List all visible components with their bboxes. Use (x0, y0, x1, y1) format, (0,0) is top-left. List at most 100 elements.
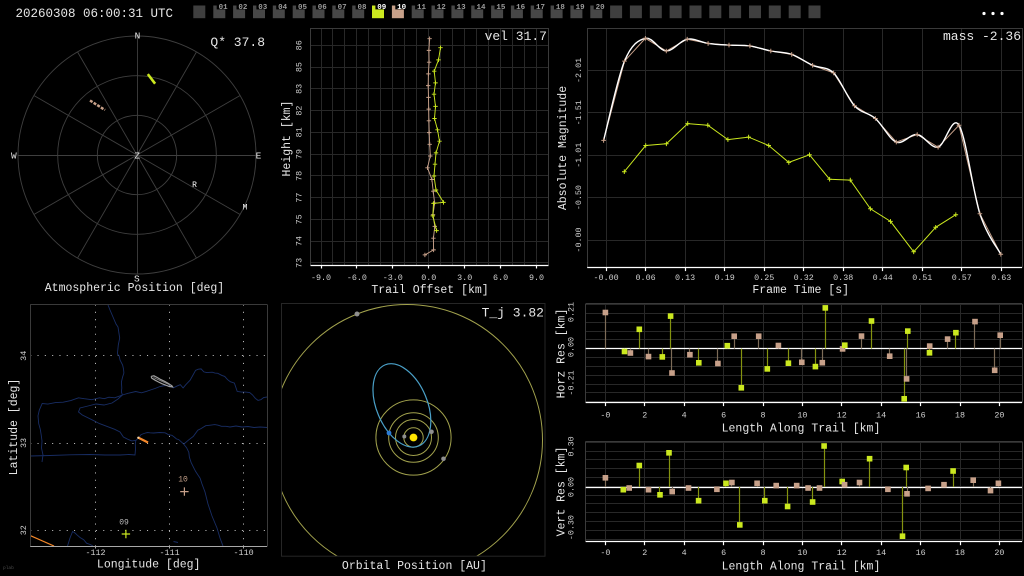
svg-text:-0.00: -0.00 (574, 227, 584, 252)
svg-text:-111: -111 (160, 548, 180, 558)
svg-text:85: 85 (295, 62, 305, 72)
svg-text:-0: -0 (600, 548, 610, 558)
svg-text:-112: -112 (85, 548, 105, 558)
svg-text:20: 20 (994, 411, 1004, 421)
svg-text:E: E (256, 150, 262, 161)
svg-text:16: 16 (916, 548, 926, 558)
svg-text:0.32: 0.32 (794, 273, 814, 283)
svg-text:83: 83 (294, 84, 304, 94)
svg-text:-1.51: -1.51 (574, 100, 584, 125)
svg-text:82: 82 (295, 106, 305, 116)
svg-text:15: 15 (496, 4, 506, 12)
svg-text:Z: Z (134, 150, 140, 161)
svg-text:86: 86 (295, 40, 305, 50)
svg-text:R: R (192, 181, 197, 190)
svg-text:07: 07 (338, 4, 347, 12)
svg-text:Atmospheric Position [deg]: Atmospheric Position [deg] (45, 282, 224, 295)
svg-text:vel 31.7: vel 31.7 (485, 29, 547, 44)
svg-text:Horz Res [km]: Horz Res [km] (556, 309, 569, 399)
svg-text:14: 14 (476, 4, 486, 12)
svg-text:0.0: 0.0 (421, 273, 436, 283)
svg-text:12: 12 (837, 548, 847, 558)
svg-text:0.25: 0.25 (754, 273, 774, 283)
svg-text:3.0: 3.0 (457, 273, 472, 283)
svg-text:09: 09 (377, 4, 387, 12)
svg-text:6.0: 6.0 (493, 273, 508, 283)
svg-text:0.38: 0.38 (833, 273, 853, 283)
svg-text:6: 6 (721, 411, 726, 421)
svg-text:74: 74 (294, 236, 304, 246)
svg-text:12: 12 (437, 4, 447, 12)
svg-text:Length Along Trail [km]: Length Along Trail [km] (722, 561, 881, 574)
svg-text:10: 10 (397, 4, 407, 12)
svg-text:Trail Offset [km]: Trail Offset [km] (371, 284, 488, 297)
svg-text:Longitude [deg]: Longitude [deg] (97, 559, 201, 572)
svg-text:32: 32 (19, 525, 29, 535)
svg-text:Length Along Trail [km]: Length Along Trail [km] (722, 423, 881, 436)
svg-text:Q* 37.8: Q* 37.8 (210, 35, 265, 50)
svg-text:9.0: 9.0 (529, 273, 544, 283)
svg-text:18: 18 (955, 548, 965, 558)
svg-text:16: 16 (516, 4, 526, 12)
svg-text:Frame Time [s]: Frame Time [s] (752, 284, 849, 297)
svg-text:20260308 06:00:31 UTC: 20260308 06:00:31 UTC (16, 7, 174, 21)
svg-text:Latitude [deg]: Latitude [deg] (8, 379, 21, 476)
svg-text:81: 81 (294, 127, 304, 137)
svg-text:-9.0: -9.0 (311, 273, 331, 283)
svg-text:18: 18 (556, 4, 566, 12)
svg-text:2: 2 (642, 548, 647, 558)
svg-text:4: 4 (682, 548, 687, 558)
svg-text:Absolute Magnitude: Absolute Magnitude (557, 86, 570, 210)
svg-text:09: 09 (119, 519, 129, 528)
svg-text:73: 73 (295, 258, 305, 268)
svg-text:-1.01: -1.01 (574, 143, 584, 168)
svg-text:11: 11 (417, 4, 427, 12)
svg-text:0.57: 0.57 (952, 273, 972, 283)
svg-text:05: 05 (298, 4, 308, 12)
svg-text:10: 10 (797, 411, 807, 421)
svg-text:14: 14 (876, 411, 886, 421)
svg-text:N: N (135, 31, 141, 42)
svg-text:Orbital Position [AU]: Orbital Position [AU] (342, 560, 487, 573)
svg-text:03: 03 (258, 4, 268, 12)
svg-text:04: 04 (278, 4, 288, 12)
svg-text:-110: -110 (234, 548, 254, 558)
svg-text:4: 4 (682, 411, 687, 421)
svg-text:10: 10 (178, 476, 188, 485)
svg-text:mass -2.36: mass -2.36 (943, 29, 1021, 44)
svg-text:W: W (11, 150, 17, 161)
svg-text:77: 77 (294, 193, 304, 203)
svg-text:-0.00: -0.00 (594, 273, 619, 283)
svg-text:2: 2 (642, 411, 647, 421)
svg-text:8: 8 (760, 411, 765, 421)
svg-text:-3.0: -3.0 (383, 273, 403, 283)
svg-text:14: 14 (876, 548, 886, 558)
svg-text:06: 06 (318, 4, 328, 12)
svg-text:78: 78 (295, 171, 305, 181)
svg-text:17: 17 (536, 4, 545, 12)
svg-text:-2.01: -2.01 (574, 58, 584, 83)
svg-text:T_j 3.82: T_j 3.82 (482, 305, 544, 320)
svg-text:10: 10 (797, 548, 807, 558)
svg-text:01: 01 (219, 4, 229, 12)
svg-text:08: 08 (357, 4, 367, 12)
svg-text:20: 20 (994, 548, 1004, 558)
svg-text:13: 13 (457, 4, 467, 12)
svg-text:34: 34 (19, 351, 29, 361)
svg-text:-0.50: -0.50 (574, 185, 584, 210)
svg-text:20: 20 (596, 4, 606, 12)
svg-text:8: 8 (760, 548, 765, 558)
svg-text:0.06: 0.06 (636, 273, 656, 283)
svg-text:02: 02 (238, 4, 248, 12)
svg-text:0.19: 0.19 (715, 273, 735, 283)
svg-text:Height [km]: Height [km] (281, 101, 294, 177)
svg-text:-0: -0 (600, 411, 610, 421)
svg-text:12: 12 (837, 411, 847, 421)
svg-text:75: 75 (295, 214, 305, 224)
svg-text:79: 79 (295, 149, 305, 159)
svg-text:6: 6 (721, 548, 726, 558)
svg-text:-6.0: -6.0 (347, 273, 367, 283)
svg-text:0.51: 0.51 (912, 273, 932, 283)
svg-text:Vert Res [km]: Vert Res [km] (556, 447, 569, 537)
svg-text:0.44: 0.44 (873, 273, 893, 283)
